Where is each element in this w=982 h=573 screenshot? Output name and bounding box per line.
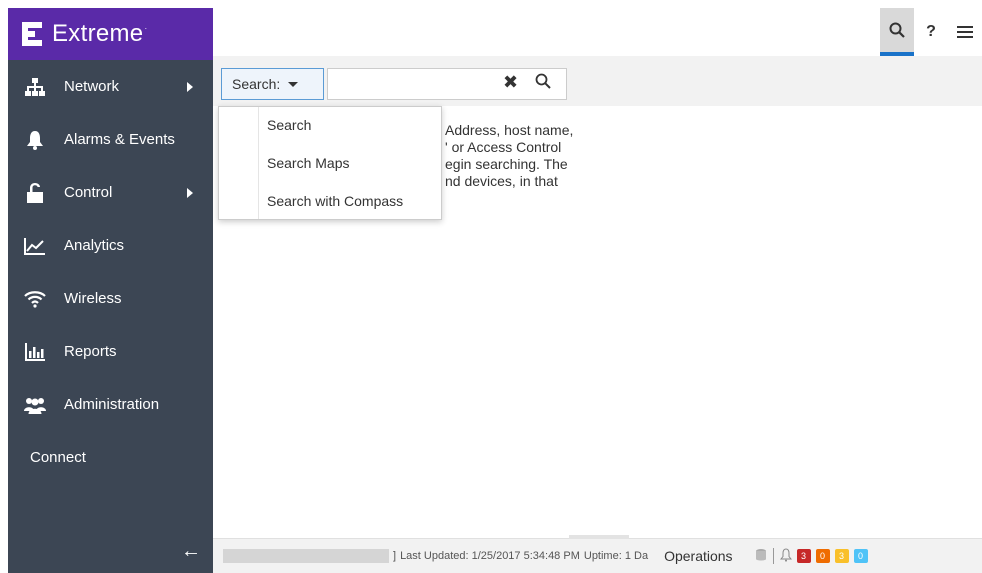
help-line: nd devices, in that — [445, 173, 558, 189]
status-divider — [772, 548, 774, 564]
search-input[interactable] — [327, 68, 567, 100]
sidebar-item-label: Alarms & Events — [64, 131, 175, 148]
sidebar-item-label: Connect — [30, 449, 86, 466]
search-type-menu: Search Search Maps Search with Compass — [218, 106, 442, 220]
menu-button[interactable] — [948, 8, 982, 56]
last-updated-text: Last Updated: 1/25/2017 5:34:48 PM — [400, 550, 580, 562]
menu-item-search[interactable]: Search — [267, 117, 311, 133]
brand-name: Extreme· — [52, 20, 148, 47]
sidebar-item-administration[interactable]: Administration — [8, 378, 213, 431]
bell-icon — [24, 130, 46, 150]
chevron-down-icon — [288, 81, 299, 87]
sidebar-item-control[interactable]: Control — [8, 166, 213, 219]
extreme-logo-icon — [22, 22, 42, 46]
redacted-status-field — [223, 549, 389, 563]
sidebar-item-label: Reports — [64, 343, 117, 360]
help-icon: ? — [926, 23, 936, 40]
sidebar-item-alarms-events[interactable]: Alarms & Events — [8, 113, 213, 166]
search-type-dropdown[interactable]: Search: — [221, 68, 324, 100]
resize-grip[interactable] — [569, 535, 629, 539]
sidebar-item-reports[interactable]: Reports — [8, 325, 213, 378]
arrow-left-icon: ← — [181, 540, 201, 562]
sidebar-nav: Network Alarms & Events Control Analytic… — [8, 60, 213, 484]
sidebar-item-label: Wireless — [64, 290, 122, 307]
clear-search-icon[interactable]: ✖ — [503, 72, 518, 93]
alarm-warning-badge[interactable]: 3 — [834, 549, 849, 563]
caret-right-icon — [187, 187, 193, 198]
bell-outline-icon[interactable] — [779, 547, 792, 565]
sidebar-item-label: Control — [64, 184, 113, 201]
search-help-text: Address, host name, ' or Access Control … — [445, 122, 625, 190]
brand-header[interactable]: Extreme· — [8, 8, 213, 60]
status-prefix: ] — [393, 550, 397, 562]
status-bar: ] Last Updated: 1/25/2017 5:34:48 PM Upt… — [213, 535, 982, 573]
alarm-error-badge[interactable]: 0 — [815, 549, 830, 563]
search-icon — [889, 22, 905, 38]
operations-link[interactable]: Operations — [664, 548, 732, 564]
uptime-text: Uptime: 1 Da — [583, 550, 649, 562]
sidebar-item-analytics[interactable]: Analytics — [8, 219, 213, 272]
lock-icon — [24, 182, 46, 203]
sidebar-item-label: Administration — [64, 396, 160, 413]
help-line: egin searching. The — [445, 156, 568, 172]
alarm-info-badge[interactable]: 0 — [853, 549, 868, 563]
sidebar-item-wireless[interactable]: Wireless — [8, 272, 213, 325]
search-submit-button[interactable] — [535, 73, 551, 94]
network-tree-icon — [24, 77, 46, 97]
search-icon — [535, 73, 551, 89]
search-toggle-button[interactable] — [880, 8, 914, 56]
menu-gutter — [219, 107, 259, 219]
collapse-sidebar-button[interactable]: ← — [181, 540, 201, 563]
search-type-label: Search: — [232, 76, 281, 92]
sidebar-item-label: Analytics — [64, 237, 125, 254]
users-icon — [24, 395, 46, 415]
help-line: ' or Access Control — [445, 139, 562, 155]
database-icon[interactable] — [755, 548, 767, 565]
sidebar: Extreme· Network Alarms & Events Control — [8, 8, 213, 573]
hamburger-menu-icon — [957, 26, 973, 38]
help-button[interactable]: ? — [914, 8, 948, 56]
sidebar-item-label: Network — [64, 78, 120, 95]
menu-item-search-with-compass[interactable]: Search with Compass — [267, 193, 403, 209]
top-toolbar: ? — [880, 8, 982, 56]
menu-item-search-maps[interactable]: Search Maps — [267, 155, 349, 171]
bar-report-icon — [24, 342, 46, 362]
search-bar: Search: ✖ — [213, 56, 982, 106]
wifi-icon — [24, 289, 46, 309]
help-line: Address, host name, — [445, 122, 574, 138]
caret-right-icon — [187, 81, 193, 92]
sidebar-item-network[interactable]: Network — [8, 60, 213, 113]
sidebar-item-connect[interactable]: Connect — [8, 431, 213, 484]
alarm-critical-badge[interactable]: 3 — [796, 549, 811, 563]
line-chart-icon — [24, 236, 46, 256]
